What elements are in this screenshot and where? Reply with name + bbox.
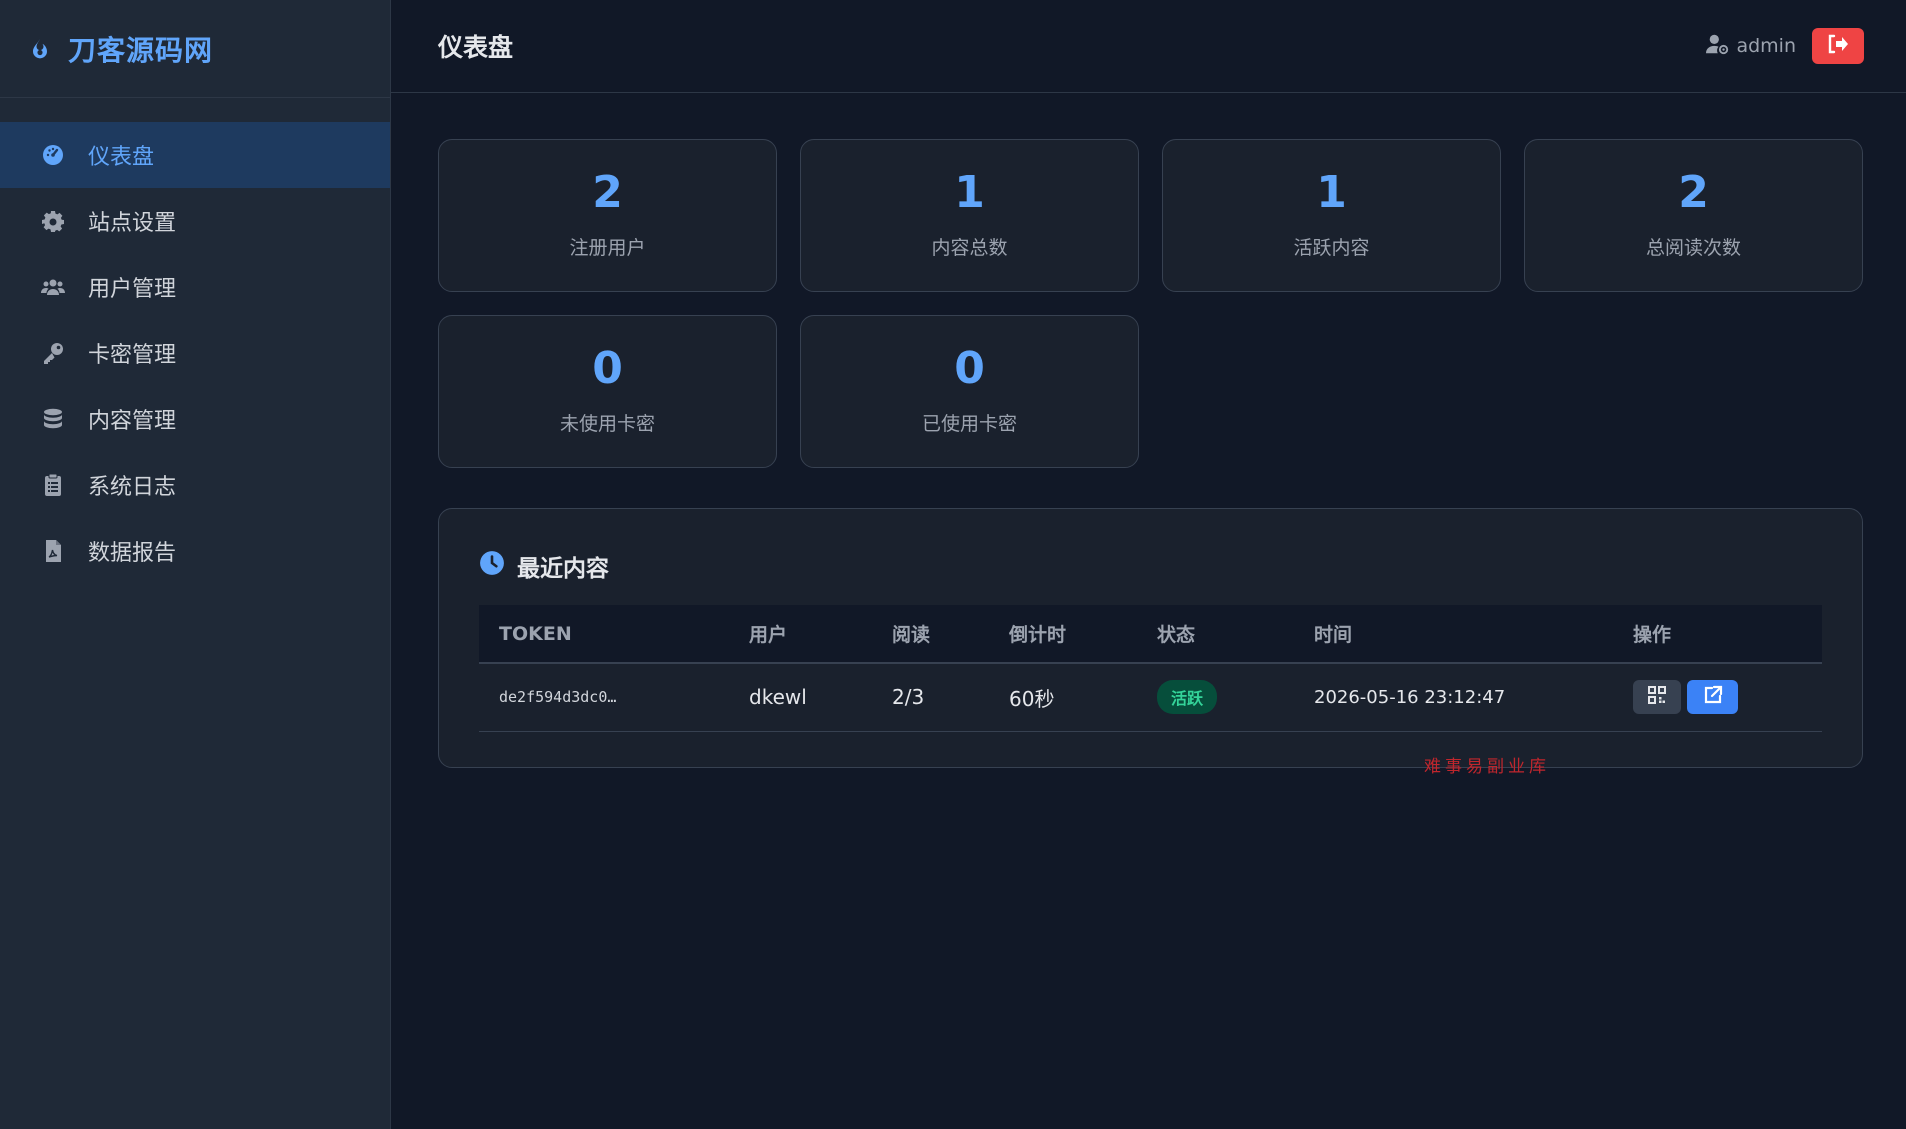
username: admin — [1736, 35, 1796, 57]
gear-icon — [40, 208, 66, 234]
stat-card-used-cards: 0 已使用卡密 — [800, 315, 1139, 468]
page-title: 仪表盘 — [438, 33, 514, 62]
sidebar-item-site-settings[interactable]: 站点设置 — [0, 188, 390, 254]
topbar-right: admin — [1706, 28, 1864, 64]
sidebar-item-dashboard[interactable]: 仪表盘 — [0, 122, 390, 188]
stat-card-total-content: 1 内容总数 — [800, 139, 1139, 292]
stat-card-total-reads: 2 总阅读次数 — [1524, 139, 1863, 292]
status-badge: 活跃 — [1157, 680, 1218, 715]
topbar: 仪表盘 admin — [391, 0, 1906, 93]
stat-label: 活跃内容 — [1293, 237, 1370, 259]
cell-actions — [1613, 663, 1822, 731]
sign-out-icon — [1827, 34, 1849, 58]
stat-value: 2 — [1678, 167, 1709, 218]
sidebar: 刀客源码网 仪表盘 站点设置 用户管理 卡密管理 内容管理 系统日志 数据报告 — [0, 0, 391, 1129]
sidebar-item-content-management[interactable]: 内容管理 — [0, 386, 390, 452]
sidebar-item-label: 卡密管理 — [88, 343, 177, 368]
stat-value: 0 — [592, 343, 623, 394]
stat-card-unused-cards: 0 未使用卡密 — [438, 315, 777, 468]
stat-label: 内容总数 — [931, 237, 1008, 259]
dashboard-content: 2 注册用户 1 内容总数 1 活跃内容 2 总阅读次数 0 未使用卡密 0 已… — [391, 93, 1906, 777]
sidebar-item-label: 用户管理 — [88, 277, 177, 302]
stat-label: 总阅读次数 — [1645, 237, 1741, 259]
stat-value: 1 — [1316, 167, 1347, 218]
stat-card-active-content: 1 活跃内容 — [1162, 139, 1501, 292]
sidebar-item-data-report[interactable]: 数据报告 — [0, 518, 390, 584]
cell-countdown: 60秒 — [1009, 686, 1055, 711]
external-link-icon — [1703, 685, 1723, 710]
clock-icon — [479, 550, 505, 582]
users-icon — [40, 274, 66, 300]
brand[interactable]: 刀客源码网 — [0, 0, 390, 98]
panel-title-text: 最近内容 — [517, 556, 609, 582]
sidebar-item-label: 系统日志 — [88, 475, 177, 500]
table-header-row: TOKEN 用户 阅读 倒计时 状态 时间 操作 — [479, 605, 1822, 663]
sidebar-item-user-management[interactable]: 用户管理 — [0, 254, 390, 320]
dashboard-icon — [40, 142, 66, 168]
database-icon — [40, 406, 66, 432]
cell-reads: 2/3 — [892, 685, 925, 710]
cell-user: dkewl — [749, 685, 807, 710]
stat-label: 已使用卡密 — [921, 413, 1017, 435]
stats-grid: 2 注册用户 1 内容总数 1 活跃内容 2 总阅读次数 0 未使用卡密 0 已… — [438, 139, 1864, 468]
open-link-button[interactable] — [1687, 680, 1738, 715]
sidebar-item-card-management[interactable]: 卡密管理 — [0, 320, 390, 386]
stat-value: 1 — [954, 167, 985, 218]
cell-token: de2f594d3dc0… — [499, 688, 617, 707]
main-area: 仪表盘 admin 2 注册用户 1 内容总数 1 活跃内容 2 总阅读次数 0… — [391, 0, 1906, 1129]
col-status: 状态 — [1157, 624, 1196, 646]
stat-card-registered-users: 2 注册用户 — [438, 139, 777, 292]
user-cog-icon — [1706, 33, 1730, 60]
stat-label: 注册用户 — [569, 237, 646, 259]
key-icon — [40, 340, 66, 366]
panel-title: 最近内容 — [479, 549, 1822, 583]
sidebar-nav: 仪表盘 站点设置 用户管理 卡密管理 内容管理 系统日志 数据报告 — [0, 98, 390, 584]
clipboard-icon — [40, 472, 66, 498]
sidebar-item-label: 站点设置 — [88, 211, 177, 236]
col-token: TOKEN — [499, 622, 572, 645]
row-actions — [1633, 680, 1822, 715]
app-root: 刀客源码网 仪表盘 站点设置 用户管理 卡密管理 内容管理 系统日志 数据报告 … — [0, 0, 1906, 1129]
stat-label: 未使用卡密 — [559, 413, 655, 435]
brand-name: 刀客源码网 — [68, 33, 214, 67]
flame-icon — [26, 35, 54, 63]
file-pdf-icon — [40, 538, 66, 564]
sidebar-item-label: 仪表盘 — [88, 145, 155, 170]
table-row: de2f594d3dc0… dkewl 2/3 60秒 活跃 2026-05-1… — [479, 663, 1822, 731]
logout-button[interactable] — [1812, 28, 1864, 64]
cell-status: 活跃 — [1137, 663, 1294, 731]
col-user: 用户 — [749, 624, 788, 646]
col-time: 时间 — [1314, 624, 1353, 646]
stat-value: 2 — [592, 167, 623, 218]
col-actions: 操作 — [1633, 624, 1672, 646]
watermark: 难事易副业库 — [1424, 757, 1550, 777]
sidebar-item-label: 数据报告 — [88, 541, 177, 566]
recent-content-table: TOKEN 用户 阅读 倒计时 状态 时间 操作 de2f594d3dc0… d — [479, 605, 1822, 732]
qrcode-button[interactable] — [1633, 680, 1681, 715]
col-reads: 阅读 — [892, 624, 931, 646]
recent-content-panel: 最近内容 TOKEN 用户 阅读 倒计时 状态 时间 操作 de2f594d3d… — [438, 508, 1863, 777]
sidebar-item-label: 内容管理 — [88, 409, 177, 434]
cell-time: 2026-05-16 23:12:47 — [1314, 686, 1506, 708]
col-countdown: 倒计时 — [1009, 624, 1067, 646]
stat-value: 0 — [954, 343, 985, 394]
user-info[interactable]: admin — [1706, 33, 1796, 60]
sidebar-item-system-log[interactable]: 系统日志 — [0, 452, 390, 518]
qrcode-icon — [1647, 685, 1667, 710]
